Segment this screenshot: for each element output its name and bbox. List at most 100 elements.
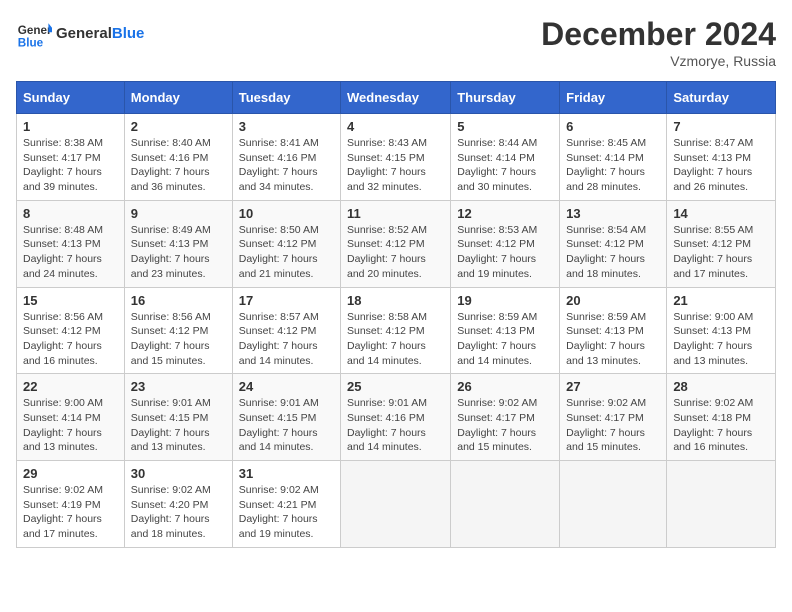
daylight-text: Daylight: 7 hours and 36 minutes. <box>131 166 210 193</box>
calendar-cell <box>560 461 667 548</box>
calendar-week-row: 29 Sunrise: 9:02 AM Sunset: 4:19 PM Dayligh… <box>17 461 776 548</box>
calendar-week-row: 22 Sunrise: 9:00 AMSunset: 4:14 PMDayligh… <box>17 374 776 461</box>
sunrise-text: Sunrise: 8:40 AM <box>131 137 211 149</box>
sunset-text: Sunset: 4:12 PM <box>457 238 535 250</box>
calendar-cell: 18Sunrise: 8:58 AMSunset: 4:12 PMDayligh… <box>341 287 451 374</box>
day-number: 6 <box>566 119 660 134</box>
daylight-text: Daylight: 7 hours and 16 minutes. <box>23 340 102 367</box>
daylight-text: Daylight: 7 hours and 16 minutes. <box>673 427 752 454</box>
daylight-text: Daylight: 7 hours and 23 minutes. <box>131 253 210 280</box>
sunset-text: Sunset: 4:17 PM <box>23 152 101 164</box>
calendar-week-row: 8Sunrise: 8:48 AMSunset: 4:13 PMDaylight… <box>17 200 776 287</box>
location: Vzmorye, Russia <box>541 53 776 69</box>
sunset-text: Sunset: 4:13 PM <box>673 152 751 164</box>
daylight-text: Daylight: 7 hours and 13 minutes. <box>131 427 210 454</box>
daylight-text: Daylight: 7 hours and 15 minutes. <box>566 427 645 454</box>
day-info: Sunrise: 8:49 AMSunset: 4:13 PMDaylight:… <box>131 223 226 282</box>
title-block: December 2024 Vzmorye, Russia <box>541 16 776 69</box>
day-info: Sunrise: 8:52 AMSunset: 4:12 PMDaylight:… <box>347 223 444 282</box>
day-number: 28 <box>673 379 769 394</box>
daylight-text: Daylight: 7 hours and 14 minutes. <box>457 340 536 367</box>
sunrise-text: Sunrise: 8:52 AM <box>347 224 427 236</box>
calendar-cell: 20Sunrise: 8:59 AMSunset: 4:13 PMDayligh… <box>560 287 667 374</box>
sunrise-text: Sunrise: 9:02 AM <box>566 397 646 409</box>
calendar-cell: 15Sunrise: 8:56 AMSunset: 4:12 PMDayligh… <box>17 287 125 374</box>
calendar-cell: 8Sunrise: 8:48 AMSunset: 4:13 PMDaylight… <box>17 200 125 287</box>
day-number: 21 <box>673 293 769 308</box>
calendar-cell: 3Sunrise: 8:41 AMSunset: 4:16 PMDaylight… <box>232 114 340 201</box>
sunrise-text: Sunrise: 9:01 AM <box>131 397 211 409</box>
day-info: Sunrise: 9:02 AM Sunset: 4:17 PM Daylight:… <box>566 396 660 455</box>
calendar-week-row: 1 Sunrise: 8:38 AM Sunset: 4:17 PM Daylight… <box>17 114 776 201</box>
day-number: 29 <box>23 466 118 481</box>
sunset-text: Sunset: 4:13 PM <box>673 325 751 337</box>
daylight-text: Daylight: 7 hours and 34 minutes. <box>239 166 318 193</box>
sunrise-text: Sunrise: 8:44 AM <box>457 137 537 149</box>
calendar-cell: 21 Sunrise: 9:00 AMSunset: 4:13 PMDayligh… <box>667 287 776 374</box>
calendar-cell: 31 Sunrise: 9:02 AM Sunset: 4:21 PM Dayligh… <box>232 461 340 548</box>
calendar-cell: 26Sunrise: 9:02 AMSunset: 4:17 PMDayligh… <box>451 374 560 461</box>
daylight-text: Daylight: 7 hours and 39 minutes. <box>23 166 102 193</box>
calendar-day-header: Monday <box>124 82 232 114</box>
day-number: 16 <box>131 293 226 308</box>
day-number: 18 <box>347 293 444 308</box>
day-info: Sunrise: 9:01 AMSunset: 4:15 PMDaylight:… <box>131 396 226 455</box>
day-info: Sunrise: 8:53 AMSunset: 4:12 PMDaylight:… <box>457 223 553 282</box>
day-number: 30 <box>131 466 226 481</box>
calendar-cell: 9Sunrise: 8:49 AMSunset: 4:13 PMDaylight… <box>124 200 232 287</box>
daylight-text: Daylight: 7 hours and 17 minutes. <box>23 513 102 540</box>
daylight-text: Daylight: 7 hours and 14 minutes. <box>239 340 318 367</box>
sunrise-text: Sunrise: 9:00 AM <box>23 397 103 409</box>
sunset-text: Sunset: 4:12 PM <box>131 325 209 337</box>
daylight-text: Daylight: 7 hours and 19 minutes. <box>239 513 318 540</box>
sunset-text: Sunset: 4:17 PM <box>566 412 644 424</box>
day-number: 19 <box>457 293 553 308</box>
sunrise-text: Sunrise: 8:54 AM <box>566 224 646 236</box>
day-info: Sunrise: 9:00 AMSunset: 4:14 PMDaylight:… <box>23 396 118 455</box>
sunrise-text: Sunrise: 8:57 AM <box>239 311 319 323</box>
day-info: Sunrise: 9:01 AMSunset: 4:16 PMDaylight:… <box>347 396 444 455</box>
calendar-cell: 13Sunrise: 8:54 AMSunset: 4:12 PMDayligh… <box>560 200 667 287</box>
calendar-cell: 11Sunrise: 8:52 AMSunset: 4:12 PMDayligh… <box>341 200 451 287</box>
sunset-text: Sunset: 4:21 PM <box>239 499 317 511</box>
day-info: Sunrise: 8:54 AMSunset: 4:12 PMDaylight:… <box>566 223 660 282</box>
calendar-week-row: 15Sunrise: 8:56 AMSunset: 4:12 PMDayligh… <box>17 287 776 374</box>
calendar-cell: 10Sunrise: 8:50 AMSunset: 4:12 PMDayligh… <box>232 200 340 287</box>
day-info: Sunrise: 8:57 AMSunset: 4:12 PMDaylight:… <box>239 310 334 369</box>
calendar-cell: 12Sunrise: 8:53 AMSunset: 4:12 PMDayligh… <box>451 200 560 287</box>
sunrise-text: Sunrise: 8:49 AM <box>131 224 211 236</box>
daylight-text: Daylight: 7 hours and 14 minutes. <box>347 427 426 454</box>
day-number: 1 <box>23 119 118 134</box>
calendar-cell: 22 Sunrise: 9:00 AMSunset: 4:14 PMDayligh… <box>17 374 125 461</box>
calendar-cell: 24Sunrise: 9:01 AMSunset: 4:15 PMDayligh… <box>232 374 340 461</box>
sunrise-text: Sunrise: 8:43 AM <box>347 137 427 149</box>
day-info: Sunrise: 9:02 AMSunset: 4:17 PMDaylight:… <box>457 396 553 455</box>
day-info: Sunrise: 8:45 AMSunset: 4:14 PMDaylight:… <box>566 136 660 195</box>
sunrise-text: Sunrise: 8:48 AM <box>23 224 103 236</box>
daylight-text: Daylight: 7 hours and 20 minutes. <box>347 253 426 280</box>
sunset-text: Sunset: 4:19 PM <box>23 499 101 511</box>
sunrise-text: Sunrise: 8:59 AM <box>566 311 646 323</box>
sunrise-text: Sunrise: 9:02 AM <box>239 484 319 496</box>
sunrise-text: Sunrise: 8:38 AM <box>23 137 103 149</box>
daylight-text: Daylight: 7 hours and 15 minutes. <box>457 427 536 454</box>
calendar-cell <box>451 461 560 548</box>
daylight-text: Daylight: 7 hours and 17 minutes. <box>673 253 752 280</box>
sunrise-text: Sunrise: 9:02 AM <box>131 484 211 496</box>
calendar-table: SundayMondayTuesdayWednesdayThursdayFrid… <box>16 81 776 548</box>
day-number: 31 <box>239 466 334 481</box>
sunset-text: Sunset: 4:15 PM <box>347 152 425 164</box>
day-number: 15 <box>23 293 118 308</box>
calendar-cell: 7Sunrise: 8:47 AMSunset: 4:13 PMDaylight… <box>667 114 776 201</box>
day-number: 5 <box>457 119 553 134</box>
day-info: Sunrise: 8:40 AMSunset: 4:16 PMDaylight:… <box>131 136 226 195</box>
sunrise-text: Sunrise: 9:02 AM <box>23 484 103 496</box>
day-info: Sunrise: 9:00 AMSunset: 4:13 PMDaylight:… <box>673 310 769 369</box>
day-number: 22 <box>23 379 118 394</box>
logo-general: General <box>56 25 112 42</box>
daylight-text: Daylight: 7 hours and 21 minutes. <box>239 253 318 280</box>
day-info: Sunrise: 8:59 AMSunset: 4:13 PMDaylight:… <box>566 310 660 369</box>
day-info: Sunrise: 8:59 AMSunset: 4:13 PMDaylight:… <box>457 310 553 369</box>
day-info: Sunrise: 8:50 AMSunset: 4:12 PMDaylight:… <box>239 223 334 282</box>
day-number: 7 <box>673 119 769 134</box>
